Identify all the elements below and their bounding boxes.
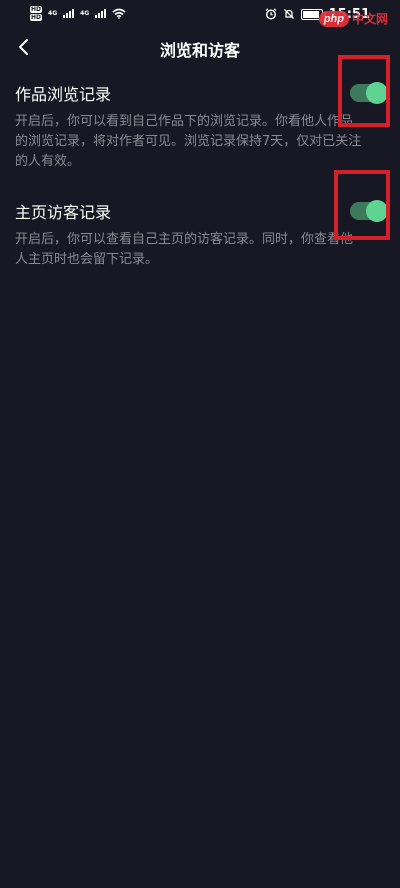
signal-strength-icon-sim2 bbox=[95, 9, 107, 18]
watermark-badge: php bbox=[318, 10, 349, 27]
setting-work-view-history: 作品浏览记录 开启后，你可以看到自己作品下的浏览记录。你看他人作品的浏览记录，将… bbox=[15, 84, 385, 172]
homepage-visitors-toggle[interactable] bbox=[350, 200, 388, 222]
alarm-icon bbox=[265, 5, 277, 24]
hd-badge-sim2: HD bbox=[30, 14, 43, 21]
setting-description: 开启后，你可以看到自己作品下的浏览记录。你看他人作品的浏览记录，将对作者可见。浏… bbox=[15, 114, 362, 169]
setting-description: 开启后，你可以查看自己主页的访客记录。同时，你查看他人主页时也会留下记录。 bbox=[15, 232, 354, 267]
sim-indicators: HD HD bbox=[30, 6, 43, 21]
setting-homepage-visitors: 主页访客记录 开启后，你可以查看自己主页的访客记录。同时，你查看他人主页时也会留… bbox=[15, 202, 385, 270]
status-bar-left: HD HD 4G 4G bbox=[30, 4, 126, 23]
network-type-sim1: 4G bbox=[48, 10, 58, 17]
page-title: 浏览和访客 bbox=[159, 41, 240, 60]
work-view-history-toggle[interactable] bbox=[350, 82, 388, 104]
mute-bell-icon bbox=[283, 5, 295, 24]
wifi-icon bbox=[112, 4, 126, 23]
battery-level bbox=[302, 11, 319, 18]
signal-strength-icon-sim1 bbox=[63, 9, 75, 18]
header: 浏览和访客 bbox=[0, 30, 400, 66]
setting-title: 主页访客记录 bbox=[15, 203, 112, 222]
hd-badge-sim1: HD bbox=[30, 6, 43, 13]
toggle-knob bbox=[366, 200, 388, 222]
toggle-knob bbox=[366, 82, 388, 104]
php-watermark: php 中文网 bbox=[318, 10, 388, 27]
network-type-sim2: 4G bbox=[80, 10, 90, 17]
watermark-text: 中文网 bbox=[351, 12, 388, 26]
setting-title: 作品浏览记录 bbox=[15, 85, 112, 104]
